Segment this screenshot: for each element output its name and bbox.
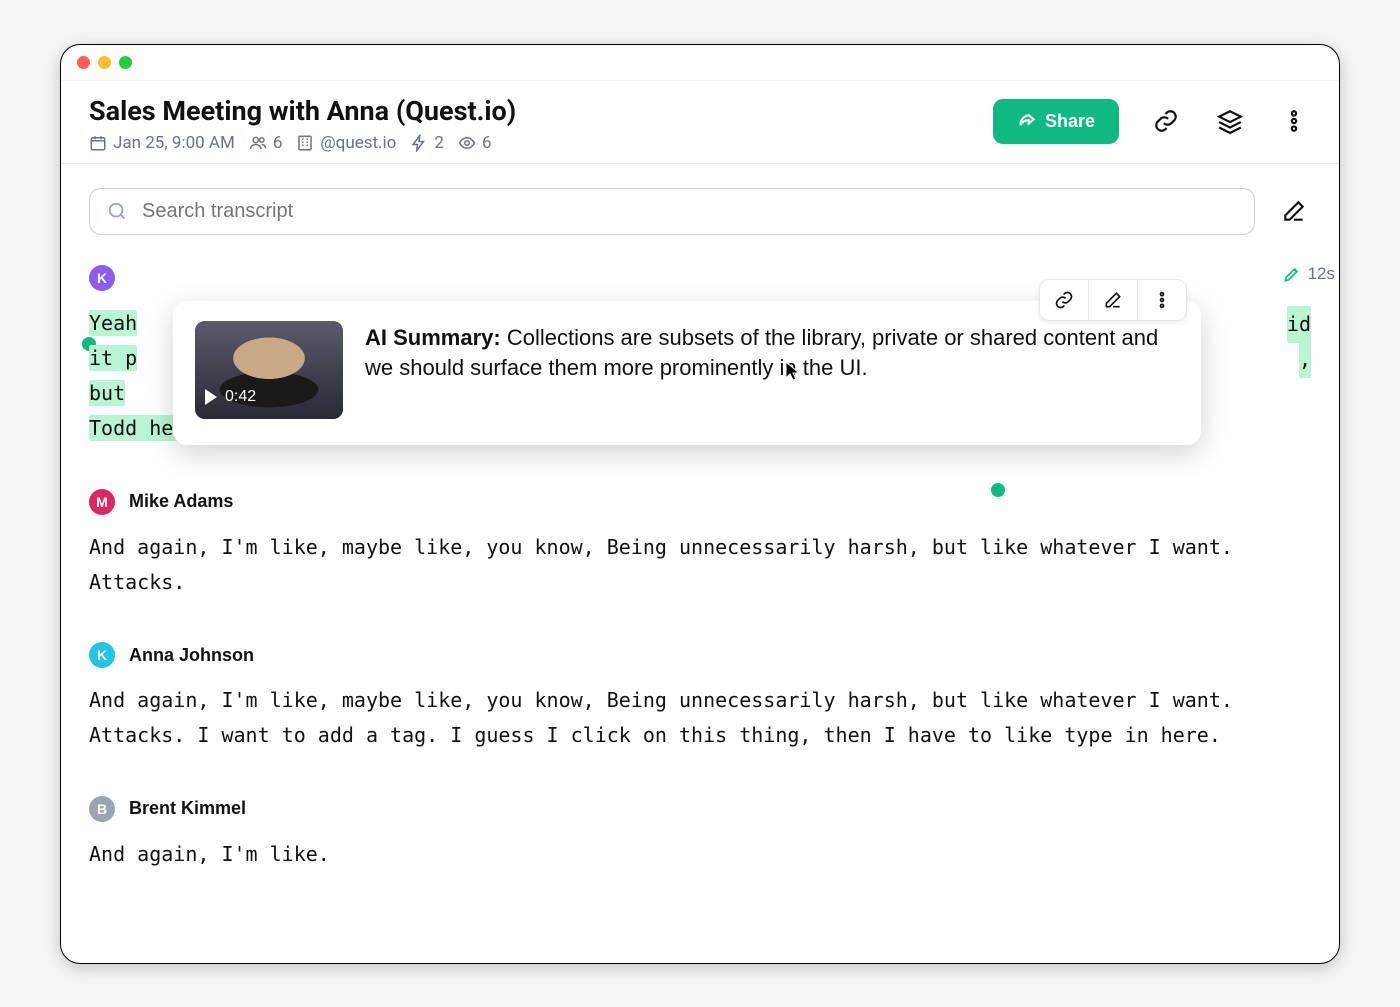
- speaker-row: K Anna Johnson: [89, 640, 1311, 672]
- summary-text: AI Summary: Collections are subsets of t…: [365, 321, 1179, 419]
- edit-icon: [1103, 290, 1123, 310]
- link-icon: [1054, 290, 1074, 310]
- video-time: 0:42: [225, 383, 256, 411]
- building-icon: [296, 134, 314, 152]
- speaker-row: B Brent Kimmel: [89, 793, 1311, 825]
- card-more-button[interactable]: [1138, 280, 1186, 320]
- transcript: K Yeah id it p , but Todd here is every …: [89, 263, 1311, 872]
- layers-icon: [1217, 108, 1243, 134]
- avatar[interactable]: K: [89, 265, 115, 291]
- users-icon: [249, 134, 267, 152]
- transcript-text[interactable]: And again, I'm like, maybe like, you kno…: [89, 683, 1311, 753]
- transcript-text[interactable]: And again, I'm like, maybe like, you kno…: [89, 530, 1311, 600]
- maximize-icon[interactable]: [119, 56, 132, 69]
- avatar[interactable]: B: [89, 796, 115, 822]
- calendar-icon: [89, 134, 107, 152]
- card-link-button[interactable]: [1040, 280, 1089, 320]
- meta-org[interactable]: @quest.io: [296, 133, 396, 153]
- avatar[interactable]: K: [89, 642, 115, 668]
- layers-button[interactable]: [1213, 104, 1247, 138]
- link-icon: [1153, 108, 1179, 134]
- more-button[interactable]: [1277, 104, 1311, 138]
- summary-label: AI Summary:: [365, 325, 501, 350]
- share-button[interactable]: Share: [993, 99, 1119, 144]
- minimize-icon[interactable]: [98, 56, 111, 69]
- dots-vertical-icon: [1281, 108, 1307, 134]
- card-actions: [1039, 279, 1187, 321]
- meta-views[interactable]: 6: [458, 133, 492, 153]
- speaker-name: Mike Adams: [129, 486, 233, 518]
- meta-row: Jan 25, 9:00 AM 6 @quest.io 2 6: [89, 133, 516, 153]
- titlebar: [61, 45, 1339, 81]
- search-box[interactable]: [89, 188, 1255, 235]
- speaker-name: Brent Kimmel: [129, 793, 246, 825]
- bolt-icon: [410, 134, 428, 152]
- speaker-row: M Mike Adams: [89, 486, 1311, 518]
- speaker-name: Anna Johnson: [129, 640, 254, 672]
- app-window: Sales Meeting with Anna (Quest.io) Jan 2…: [60, 44, 1340, 964]
- video-thumbnail[interactable]: 0:42: [195, 321, 343, 419]
- share-arrow-icon: [1017, 111, 1037, 131]
- header: Sales Meeting with Anna (Quest.io) Jan 2…: [61, 81, 1339, 164]
- speaker-name: [129, 263, 134, 295]
- play-icon: [205, 389, 217, 405]
- avatar[interactable]: M: [89, 489, 115, 515]
- eye-icon: [458, 134, 476, 152]
- card-edit-button[interactable]: [1089, 280, 1138, 320]
- dots-vertical-icon: [1152, 290, 1172, 310]
- meta-actions[interactable]: 2: [410, 133, 444, 153]
- page-title: Sales Meeting with Anna (Quest.io): [89, 95, 516, 127]
- search-icon: [106, 200, 128, 222]
- edit-icon: [1281, 198, 1307, 224]
- body: 12s K Yeah id it p , but Todd here is ev…: [61, 164, 1339, 963]
- ai-summary-card: 0:42 AI Summary: Collections are subsets…: [173, 301, 1201, 445]
- link-button[interactable]: [1149, 104, 1183, 138]
- meta-participants[interactable]: 6: [249, 133, 283, 153]
- edit-button[interactable]: [1277, 194, 1311, 228]
- selection-end-handle[interactable]: [991, 483, 1005, 497]
- meta-date[interactable]: Jan 25, 9:00 AM: [89, 133, 235, 153]
- close-icon[interactable]: [77, 56, 90, 69]
- cursor-icon: [785, 361, 801, 381]
- transcript-text[interactable]: And again, I'm like.: [89, 837, 1311, 872]
- search-input[interactable]: [140, 199, 1238, 224]
